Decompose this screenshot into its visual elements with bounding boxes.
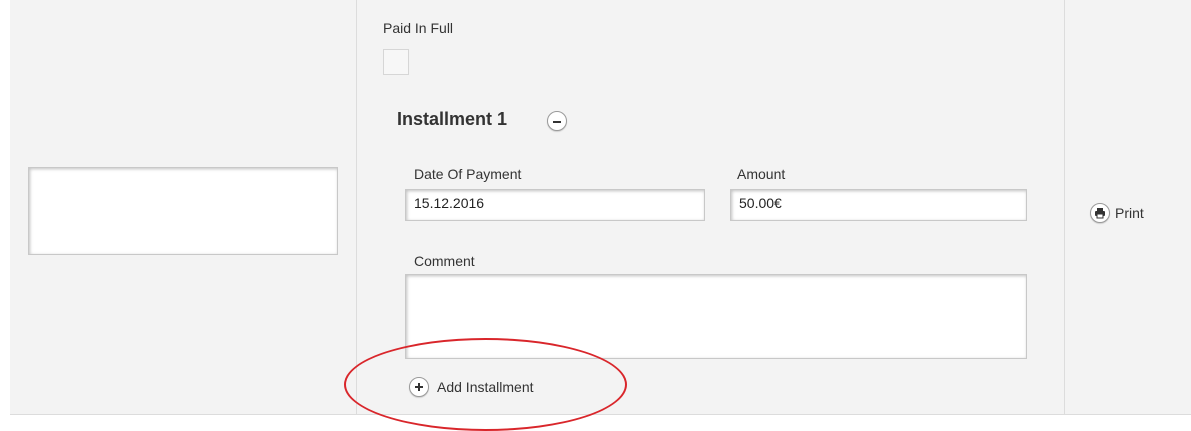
- plus-circle-icon: [415, 383, 423, 391]
- remove-installment-button[interactable]: [547, 111, 567, 131]
- print-label[interactable]: Print: [1115, 205, 1144, 221]
- comment-label: Comment: [414, 253, 475, 269]
- installment-title: Installment 1: [397, 109, 508, 129]
- payment-row: Paid In Full Installment 1 Date Of Payme…: [10, 0, 1191, 415]
- amount-input[interactable]: 50.00€: [730, 189, 1027, 221]
- paid-in-full-checkbox[interactable]: [383, 49, 409, 75]
- date-of-payment-label: Date Of Payment: [414, 166, 522, 182]
- comment-textarea[interactable]: [405, 274, 1027, 359]
- add-installment-label[interactable]: Add Installment: [437, 379, 534, 395]
- date-of-payment-input[interactable]: 15.12.2016: [405, 189, 705, 221]
- printer-icon: [1095, 208, 1105, 219]
- paid-in-full-label: Paid In Full: [383, 20, 454, 36]
- payment-details-cell: Paid In Full Installment 1 Date Of Payme…: [357, 0, 1065, 414]
- left-text-field[interactable]: [28, 167, 338, 255]
- add-installment-button[interactable]: [409, 377, 429, 397]
- left-cell: [10, 0, 357, 414]
- actions-cell: Print: [1065, 0, 1191, 414]
- amount-label: Amount: [737, 166, 786, 182]
- print-button[interactable]: [1090, 203, 1110, 223]
- minus-circle-icon: [553, 121, 561, 123]
